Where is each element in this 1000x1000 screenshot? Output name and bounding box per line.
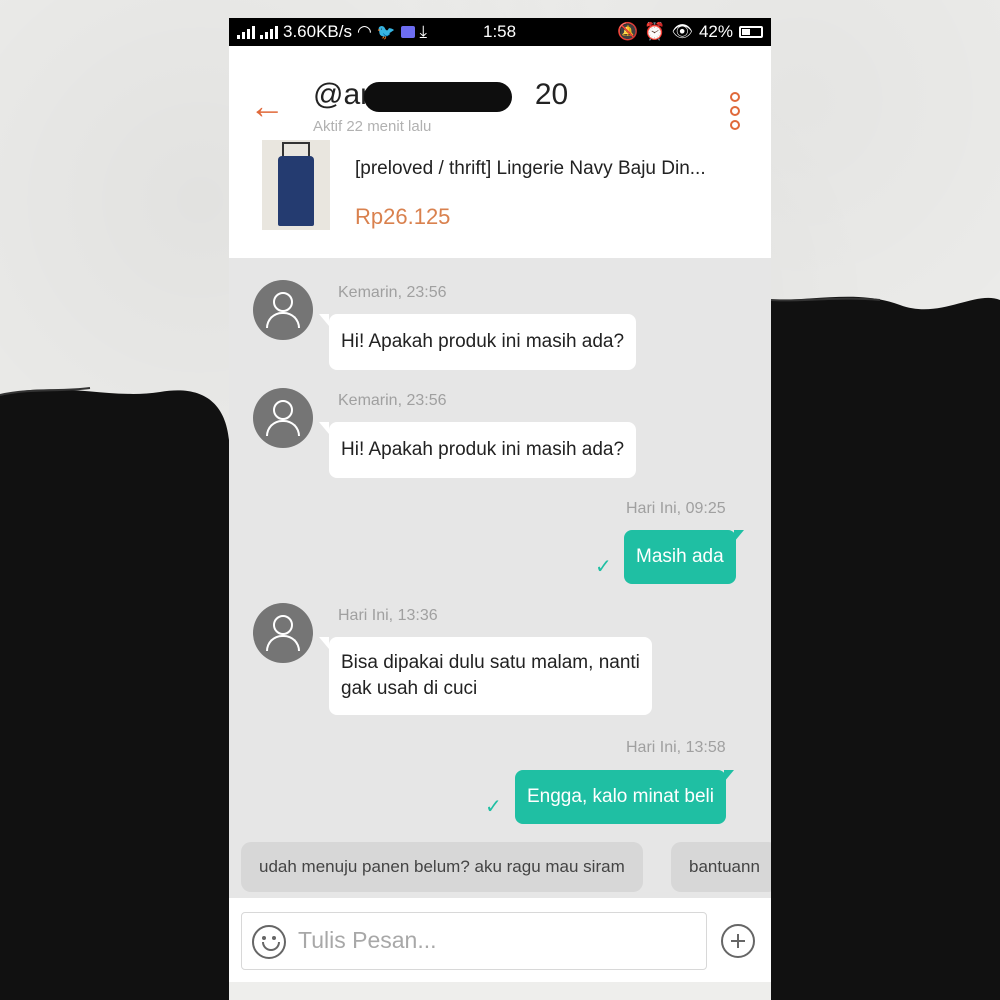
signal-icon [237, 25, 255, 39]
signal-icon [260, 25, 278, 39]
emoji-icon[interactable] [252, 925, 286, 959]
clock: 1:58 [483, 22, 517, 41]
outgoing-message: Masih ada [624, 530, 744, 584]
mute-icon: 🔕 [617, 22, 639, 41]
quick-replies: udah menuju panen belum? aku ragu mau si… [229, 842, 771, 898]
battery-icon [739, 26, 763, 38]
phone-screenshot: 3.60KB/s ◠ 🐦 ⤓ 1:58 🔕 ⏰ 👁 42% ← @an 20 Ak… [229, 18, 771, 982]
message-line: Bisa dipakai dulu satu malam, nanti [341, 652, 640, 673]
alarm-icon: ⏰ [644, 22, 666, 41]
message-input[interactable]: Tulis Pesan... [241, 912, 707, 970]
checkmark-icon: ✓ [485, 796, 502, 818]
message-timestamp: Kemarin, 23:56 [338, 392, 447, 409]
kebab-menu-icon[interactable] [729, 92, 741, 130]
quick-reply-chip[interactable]: bantuann [671, 842, 771, 892]
message-timestamp: Hari Ini, 13:58 [626, 739, 726, 756]
incoming-message: Hi! Apakah produk ini masih ada? [318, 422, 637, 478]
chat-thread: Kemarin, 23:56 Hi! Apakah produk ini mas… [229, 258, 771, 918]
product-title: [preloved / thrift] Lingerie Navy Baju D… [355, 158, 706, 179]
redaction-bar [364, 82, 512, 112]
message-timestamp: Hari Ini, 13:36 [338, 607, 438, 624]
message-composer: Tulis Pesan... [229, 898, 771, 982]
network-speed: 3.60KB/s [283, 22, 352, 41]
incoming-message: Hi! Apakah produk ini masih ada? [318, 314, 637, 370]
download-icon: ⤓ [419, 22, 428, 41]
quick-reply-chip[interactable]: udah menuju panen belum? aku ragu mau si… [241, 842, 643, 892]
twitter-icon: 🐦 [376, 24, 396, 41]
arrow-left-icon[interactable]: ← [249, 88, 285, 124]
product-thumbnail [262, 140, 330, 230]
avatar [253, 388, 313, 448]
wifi-icon: ◠ [357, 22, 372, 41]
user-status: Aktif 22 menit lalu [313, 118, 432, 135]
status-bar: 3.60KB/s ◠ 🐦 ⤓ 1:58 🔕 ⏰ 👁 42% [229, 18, 771, 46]
message-line: gak usah di cuci [341, 678, 478, 699]
eye-icon: 👁 [671, 22, 693, 41]
avatar [253, 280, 313, 340]
add-attachment-icon[interactable] [721, 924, 755, 958]
message-timestamp: Kemarin, 23:56 [338, 284, 447, 301]
message-timestamp: Hari Ini, 09:25 [626, 500, 726, 517]
outgoing-message: Engga, kalo minat beli [515, 770, 734, 824]
username-suffix: 20 [534, 78, 569, 111]
incoming-message: Bisa dipakai dulu satu malam, nanti gak … [319, 637, 652, 715]
avatar [253, 603, 313, 663]
product-price: Rp26.125 [355, 204, 451, 229]
product-card[interactable]: [preloved / thrift] Lingerie Navy Baju D… [229, 140, 771, 258]
battery-percent: 42% [698, 22, 733, 41]
checkmark-icon: ✓ [595, 556, 612, 578]
message-placeholder: Tulis Pesan... [298, 927, 437, 953]
chat-header: ← @an 20 Aktif 22 menit lalu [229, 46, 771, 146]
notification-icon [400, 26, 415, 38]
